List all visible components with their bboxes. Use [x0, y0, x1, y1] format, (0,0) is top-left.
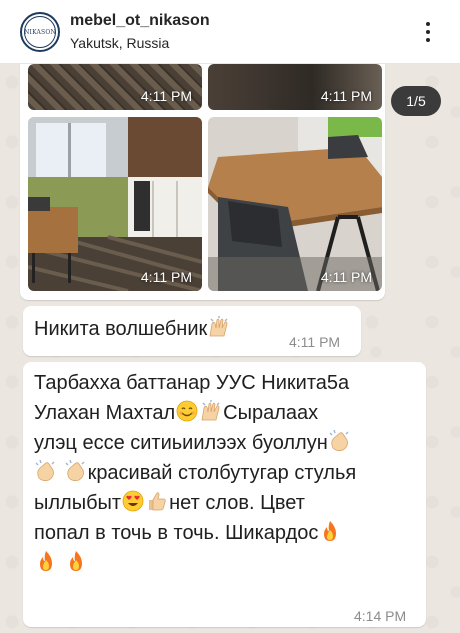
- message-line: [34, 548, 419, 578]
- avatar[interactable]: NIKASON: [20, 12, 60, 52]
- avatar-logo-text: NIKASON: [24, 16, 56, 48]
- heart-eyes-emoji: [121, 490, 145, 512]
- photo-3[interactable]: 4:11 PM: [28, 117, 202, 291]
- photo-4[interactable]: 4:11 PM: [208, 117, 382, 291]
- smile-emoji: [175, 400, 199, 422]
- account-username[interactable]: mebel_ot_nikason: [70, 12, 210, 30]
- message-line: красивай столбутугар стулья: [34, 458, 419, 488]
- chat-area[interactable]: 4:11 PM 4:11 PM 4:11 PM 4:11 PM 1/5 Ники…: [0, 64, 460, 633]
- photo-time: 4:11 PM: [320, 269, 372, 285]
- more-vertical-icon[interactable]: [418, 20, 438, 44]
- fire-emoji: [34, 550, 58, 572]
- photo-2[interactable]: 4:11 PM: [208, 64, 382, 110]
- account-location[interactable]: Yakutsk, Russia: [70, 35, 169, 51]
- clap-emoji: [64, 459, 88, 482]
- message-line: Улахан Махтал Сыралаах: [34, 400, 319, 424]
- photo-time: 4:11 PM: [320, 88, 372, 104]
- raised-hands-emoji: [207, 316, 231, 338]
- message-text-content: Никита волшебник: [34, 318, 208, 340]
- fire-emoji: [64, 550, 88, 572]
- fire-emoji: [318, 520, 342, 542]
- kitchen-photo-image: [28, 117, 202, 291]
- message-timestamp: 4:11 PM: [289, 334, 341, 350]
- clap-emoji: [328, 429, 352, 452]
- message-timestamp: 4:14 PM: [354, 608, 407, 624]
- message-line: улэц ессе ситиьиилээх буоллун: [34, 428, 419, 458]
- photo-album-message[interactable]: 4:11 PM 4:11 PM 4:11 PM 4:11 PM: [20, 64, 385, 300]
- table-photo-image: [208, 117, 382, 291]
- message-text: Никита волшебник: [34, 314, 231, 344]
- photo-time: 4:11 PM: [140, 88, 192, 104]
- message-line: ыллыбыт нет слов. Цвет: [34, 490, 305, 514]
- raised-hands-emoji: [199, 400, 223, 422]
- photo-time: 4:11 PM: [140, 269, 192, 285]
- thumbs-up-emoji: [145, 490, 169, 512]
- message-text: Тарбахха баттанар УУС Никита5а Улахан Ма…: [34, 368, 419, 578]
- media-counter-badge: 1/5: [391, 86, 441, 116]
- photo-1[interactable]: 4:11 PM: [28, 64, 202, 110]
- chat-header: NIKASON mebel_ot_nikason Yakutsk, Russia: [0, 0, 460, 64]
- message-bubble[interactable]: Никита волшебник 4:11 PM: [23, 306, 361, 356]
- message-line: Тарбахха баттанар УУС Никита5а: [34, 372, 350, 394]
- clap-emoji: [34, 459, 58, 482]
- message-bubble[interactable]: Тарбахха баттанар УУС Никита5а Улахан Ма…: [23, 362, 426, 627]
- message-line: попал в точь в точь. Шикардос: [34, 518, 419, 548]
